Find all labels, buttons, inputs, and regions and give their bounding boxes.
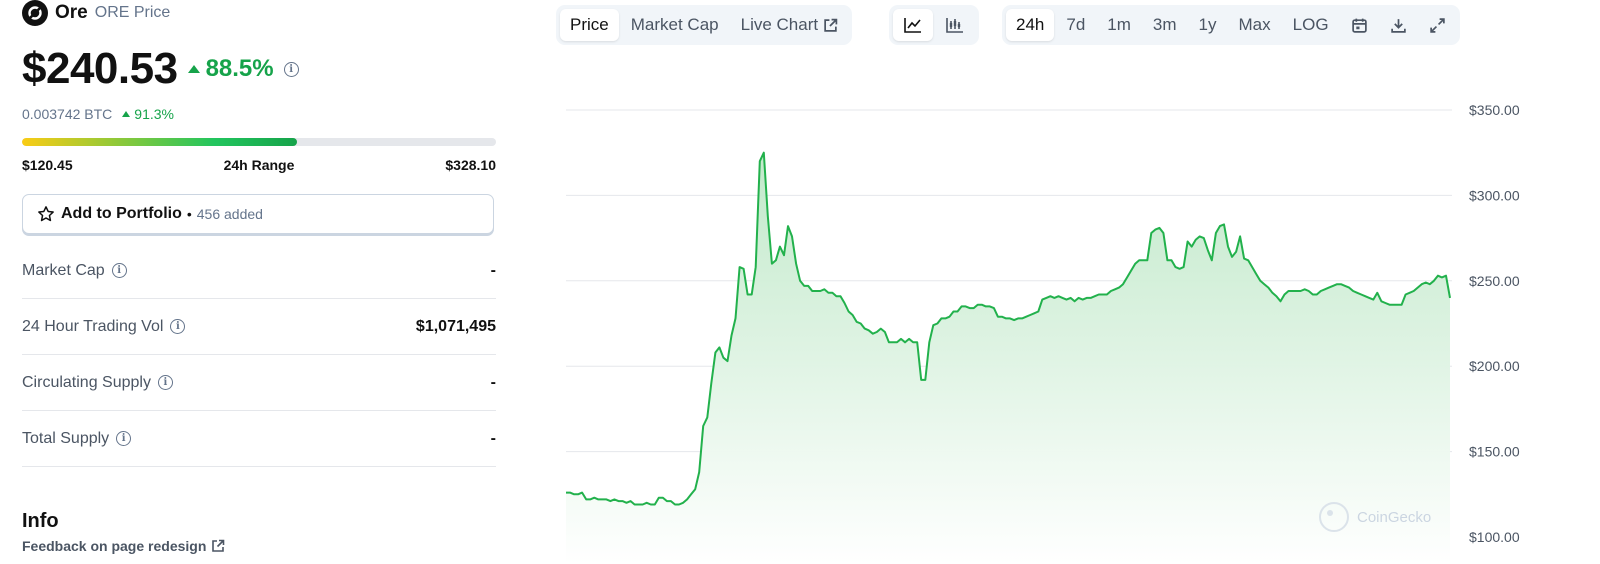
stat-label: Circulating Supply i	[22, 374, 173, 392]
btc-change-value: 91.3%	[134, 106, 174, 122]
coin-header: Ore ORE Price	[22, 0, 170, 26]
coin-subtitle: ORE Price	[94, 4, 171, 21]
info-icon[interactable]: i	[283, 61, 299, 77]
price-change-value: 88.5%	[205, 55, 274, 82]
y-tick-label: $200.00	[1469, 358, 1520, 374]
stat-label: 24 Hour Trading Vol i	[22, 317, 186, 336]
btc-price: 0.003742 BTC	[22, 106, 113, 122]
stat-row-total-supply: Total Supply i -	[22, 411, 496, 467]
y-tick-label: $150.00	[1469, 444, 1520, 460]
price-area	[566, 152, 1450, 564]
download-icon[interactable]	[1380, 9, 1417, 41]
portfolio-count: 456 added	[196, 206, 263, 222]
y-tick-label: $350.00	[1469, 102, 1520, 118]
ore-logo-icon	[22, 0, 48, 26]
btc-price-row: 0.003742 BTC 91.3%	[22, 106, 174, 122]
stat-value: -	[490, 429, 496, 447]
stat-label: Total Supply i	[22, 429, 132, 448]
feedback-text: Feedback on page redesign	[22, 538, 207, 554]
info-icon[interactable]: i	[116, 431, 132, 446]
y-tick-label: $300.00	[1469, 187, 1520, 203]
y-tick-label: $100.00	[1469, 529, 1520, 545]
info-icon[interactable]: i	[111, 263, 127, 278]
range-label: 24h Range	[223, 157, 295, 173]
info-icon[interactable]: i	[170, 319, 186, 334]
stat-label: Market Cap i	[22, 262, 127, 280]
y-tick-label: $250.00	[1469, 273, 1520, 289]
time-range-group: 24h 7d 1m 3m 1y Max LOG	[1002, 5, 1460, 45]
external-link-icon	[212, 539, 225, 552]
watermark-text: CoinGecko	[1357, 509, 1431, 526]
add-to-portfolio-button[interactable]: Add to Portfolio • 456 added	[22, 194, 494, 234]
chart-panel: $100.00 $150.00 $200.00 $250.00 $300.00 $350.…	[525, 0, 1600, 564]
stats-list: Market Cap i - 24 Hour Trading Vol i $1,07…	[22, 243, 496, 467]
coin-summary-panel: Ore ORE Price $240.53 88.5% i 0.003742 B…	[0, 0, 515, 564]
range-1y[interactable]: 1y	[1189, 9, 1227, 41]
range-24h[interactable]: 24h	[1006, 9, 1055, 41]
caret-up-icon	[187, 65, 200, 73]
tab-price[interactable]: Price	[560, 9, 619, 41]
stat-label-text: Total Supply	[22, 429, 110, 447]
price-chart[interactable]: $100.00 $150.00 $200.00 $250.00 $300.00 $350.…	[525, 0, 1600, 564]
expand-icon[interactable]	[1419, 9, 1456, 41]
candlestick-icon[interactable]	[935, 9, 975, 41]
range-max[interactable]: Max	[1229, 9, 1281, 41]
info-icon[interactable]: i	[157, 375, 173, 390]
stat-value: $1,071,495	[415, 317, 496, 335]
calendar-icon[interactable]	[1341, 9, 1378, 41]
range-fill	[22, 138, 297, 146]
range-high: $328.10	[445, 157, 496, 173]
price-change: 88.5%	[187, 55, 274, 83]
range-labels: $120.45 24h Range $328.10	[22, 157, 496, 173]
external-link-icon	[824, 18, 838, 32]
line-chart-icon[interactable]	[893, 9, 933, 41]
log-scale-toggle[interactable]: LOG	[1283, 9, 1339, 41]
portfolio-separator: •	[186, 206, 192, 222]
range-3m[interactable]: 3m	[1143, 9, 1187, 41]
stat-row-circulating-supply: Circulating Supply i -	[22, 355, 496, 411]
star-icon	[38, 206, 54, 222]
feedback-link[interactable]: Feedback on page redesign	[22, 538, 225, 554]
y-axis-labels: $100.00 $150.00 $200.00 $250.00 $300.00 $350.…	[1469, 102, 1520, 545]
chart-type-group	[889, 5, 979, 45]
tab-market-cap[interactable]: Market Cap	[621, 9, 729, 41]
coin-name: Ore	[55, 2, 88, 23]
tab-live-chart-label: Live Chart	[740, 15, 819, 34]
range-1m[interactable]: 1m	[1097, 9, 1141, 41]
caret-up-icon	[122, 111, 131, 117]
price-row: $240.53 88.5% i	[22, 44, 299, 94]
current-price: $240.53	[22, 44, 178, 93]
stat-label-text: Market Cap	[22, 261, 105, 279]
stat-value: -	[490, 373, 496, 391]
range-7d[interactable]: 7d	[1056, 9, 1095, 41]
range-low: $120.45	[22, 157, 73, 173]
tab-live-chart[interactable]: Live Chart	[731, 9, 848, 41]
chart-tab-group: Price Market Cap Live Chart	[556, 5, 853, 45]
stat-value: -	[490, 261, 496, 279]
stat-row-market-cap: Market Cap i -	[22, 243, 496, 299]
stat-label-text: Circulating Supply	[22, 373, 151, 391]
stat-label-text: 24 Hour Trading Vol	[22, 317, 164, 335]
range-bar	[22, 138, 496, 146]
portfolio-label: Add to Portfolio	[61, 205, 182, 222]
btc-change: 91.3%	[122, 106, 174, 122]
stat-row-trading-vol: 24 Hour Trading Vol i $1,071,495	[22, 299, 496, 355]
info-heading: Info	[22, 510, 59, 532]
